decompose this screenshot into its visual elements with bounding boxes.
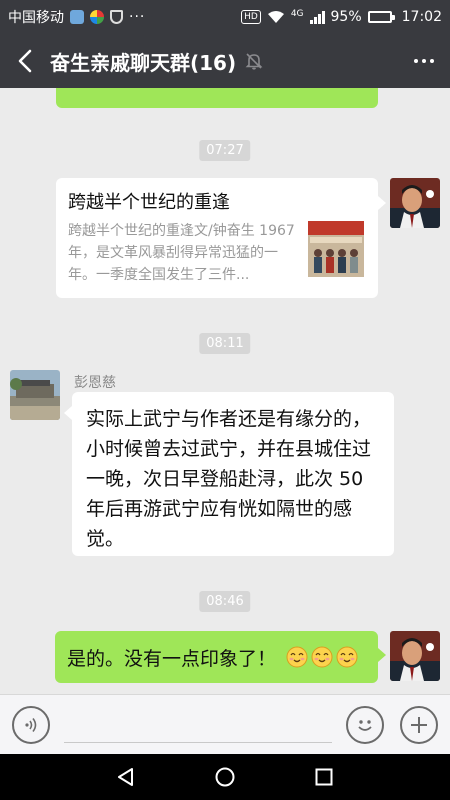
- incoming-message[interactable]: 实际上武宁与作者还是有缘分的，小时候曾去过武宁，并在县城住过一晚，次日早登船赴浔…: [64, 392, 394, 556]
- notification-app-icon: [70, 10, 84, 24]
- system-recents-button[interactable]: [310, 763, 338, 791]
- clock: 17:02: [401, 9, 442, 25]
- input-bar: [0, 694, 450, 754]
- sender-name: 彭恩慈: [74, 375, 116, 391]
- back-arrow-icon: [18, 49, 32, 73]
- emoji-button[interactable]: [346, 705, 384, 744]
- timestamp: 08:46: [199, 591, 251, 612]
- system-back-button[interactable]: [112, 763, 140, 791]
- carrier-label: 中国移动: [8, 10, 64, 26]
- emoji-face-icon: [358, 719, 372, 731]
- article-description: 跨越半个世纪的重逢文/钟奋生 1967年，是文革风暴刮得异常迅猛的一年。一季度全…: [68, 223, 295, 283]
- voice-button[interactable]: [12, 705, 50, 744]
- back-button[interactable]: [0, 34, 50, 88]
- mute-bell-icon: [245, 53, 263, 70]
- chat-area[interactable]: 07:27 跨越半个世纪的重逢 跨越半个世纪的重逢文/钟奋生 1967年，是文革…: [0, 88, 450, 694]
- voice-icon: [25, 717, 37, 732]
- system-nav-bar: [0, 754, 450, 800]
- more-icon: [414, 59, 418, 63]
- article-thumbnail: [308, 221, 364, 277]
- chat-title: 奋生亲戚聊天群(16): [50, 50, 237, 75]
- hd-badge: HD: [241, 10, 261, 24]
- my-avatar[interactable]: [390, 631, 440, 681]
- smile-emoji-icon: [336, 646, 358, 668]
- shield-icon: [110, 10, 123, 24]
- title-bar: 奋生亲戚聊天群(16): [0, 34, 450, 88]
- more-functions-button[interactable]: [400, 705, 438, 744]
- article-card[interactable]: 跨越半个世纪的重逢 跨越半个世纪的重逢文/钟奋生 1967年，是文革风暴刮得异常…: [56, 178, 386, 298]
- network-type: 4G: [290, 9, 304, 19]
- previous-message-bubble[interactable]: [56, 88, 378, 108]
- battery-icon: [367, 11, 395, 23]
- timestamp: 08:11: [199, 333, 251, 354]
- sender-avatar[interactable]: [10, 370, 60, 420]
- my-avatar[interactable]: [390, 178, 440, 228]
- outgoing-message-text: 是的。没有一点印象了！: [67, 647, 277, 670]
- more-notifications-icon: ···: [129, 9, 146, 25]
- more-button[interactable]: [398, 34, 450, 88]
- wifi-icon: [267, 11, 284, 23]
- smile-emoji-icon: [286, 646, 308, 668]
- plus-icon: [411, 716, 427, 733]
- smile-emoji-icon: [311, 646, 333, 668]
- timestamp: 07:27: [199, 140, 251, 161]
- status-bar: 中国移动 ··· HD 4G 95% 17:02: [0, 0, 450, 34]
- home-circle-icon: [215, 767, 235, 787]
- outgoing-message[interactable]: 是的。没有一点印象了！: [55, 631, 386, 683]
- message-input[interactable]: [64, 706, 332, 743]
- back-triangle-icon: [117, 768, 133, 786]
- signal-icon: [309, 10, 325, 24]
- notification-multicolor-icon: [90, 10, 104, 24]
- article-title: 跨越半个世纪的重逢: [68, 192, 230, 213]
- recents-square-icon: [315, 768, 333, 786]
- system-home-button[interactable]: [211, 763, 239, 791]
- battery-percent: 95%: [330, 9, 362, 25]
